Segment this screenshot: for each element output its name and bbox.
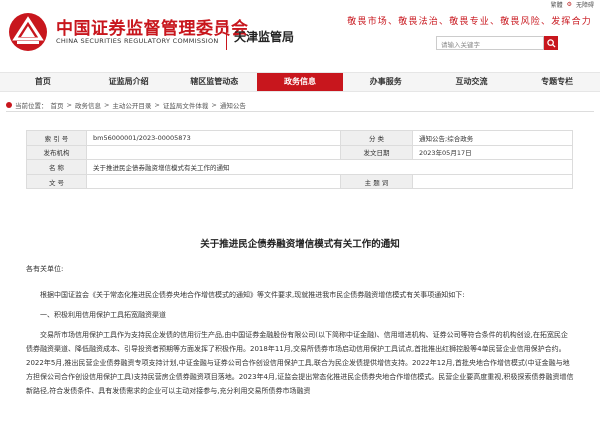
nav-bureau-intro[interactable]: 证监局介绍 (86, 73, 172, 91)
breadcrumb-separator: > (154, 100, 160, 109)
org-name-cn: 中国证券监督管理委员会 (56, 19, 249, 39)
index-value: bm56000001/2023-00005873 (86, 130, 341, 146)
section-heading: 一、积极利用信用保护工具拓宽融资渠道 (40, 311, 166, 319)
paragraph: 交易所市场信用保护工具作为支持民企发债的信用衍生产品,由中国证券金融股份有限公司… (26, 331, 574, 395)
docno-label: 文 号 (26, 173, 87, 190)
utility-bar: 繁體 ⚙ 无障碍 (0, 0, 600, 9)
nav-regulation-news[interactable]: 辖区监管动态 (171, 73, 257, 91)
csrc-logo[interactable] (8, 12, 48, 52)
nav-interaction[interactable]: 互动交流 (429, 73, 515, 91)
nav-services[interactable]: 办事服务 (343, 73, 429, 91)
topic-label: 主 题 词 (340, 173, 413, 190)
breadcrumb-separator: > (103, 100, 110, 109)
nav-special-topics[interactable]: 专题专栏 (514, 73, 600, 91)
table-row: 发布机构 发文日期 2023年05月17日 (26, 144, 573, 161)
org-name-en: CHINA SECURITIES REGULATORY COMMISSION (56, 37, 219, 45)
breadcrumb-home[interactable]: 首页 (51, 100, 64, 110)
search-input[interactable]: 请输入关键字 (436, 36, 544, 50)
name-value: 关于推进民企债券融资增信模式有关工作的通知 (86, 159, 573, 175)
site-header: 中国证券监督管理委员会 CHINA SECURITIES REGULATORY … (0, 8, 600, 64)
header-divider (226, 20, 227, 50)
breadcrumb-doc-type[interactable]: 证监局文件体裁 (163, 100, 209, 110)
nav-government-info[interactable]: 政务信息 (257, 73, 343, 91)
table-row: 名 称 关于推进民企债券融资增信模式有关工作的通知 (26, 159, 573, 175)
category-label: 分 类 (340, 130, 413, 146)
docno-value (86, 173, 341, 190)
document-meta-table: 索 引 号 bm56000001/2023-00005873 分 类 通知公告;… (26, 130, 573, 190)
slogan: 敬畏市场、敬畏法治、敬畏专业、敬畏风险、发挥合力 (347, 17, 592, 27)
breadcrumb-notices[interactable]: 通知公告 (220, 100, 246, 110)
issuer-label: 发布机构 (26, 144, 87, 161)
topic-value (412, 173, 573, 190)
search-button[interactable] (544, 36, 558, 50)
table-row: 索 引 号 bm56000001/2023-00005873 分 类 通知公告;… (26, 130, 573, 146)
breadcrumb-separator: > (211, 100, 217, 109)
breadcrumb: 当前位置： 首页 > 政务信息 > 主动公开目录 > 证监局文件体裁 > 通知公… (6, 98, 594, 112)
breadcrumb-prefix: 当前位置： (15, 101, 48, 110)
breadcrumb-catalog[interactable]: 主动公开目录 (112, 100, 151, 110)
paragraph: 根据中国证监会《关于常态化推进民企债券央地合作增信模式的通知》等文件要求,现就推… (40, 291, 465, 299)
table-row: 文 号 主 题 词 (26, 173, 573, 190)
date-label: 发文日期 (340, 144, 413, 161)
breadcrumb-separator: > (66, 100, 72, 109)
article-title: 关于推进民企债券融资增信模式有关工作的通知 (200, 239, 400, 250)
accessibility-icon[interactable]: ⚙ (567, 1, 572, 8)
date-value: 2023年05月17日 (412, 144, 573, 161)
article-body: 各有关单位: 根据中国证监会《关于常态化推进民企债券央地合作增信模式的通知》等文… (26, 262, 574, 404)
index-label: 索 引 号 (26, 130, 87, 146)
main-nav: 首页 证监局介绍 辖区监管动态 政务信息 办事服务 互动交流 专题专栏 (0, 72, 600, 92)
bureau-name: 天津监管局 (234, 30, 295, 44)
location-icon (6, 101, 12, 108)
search-icon (546, 38, 556, 48)
name-label: 名 称 (26, 159, 87, 175)
nav-home[interactable]: 首页 (0, 73, 86, 91)
category-value: 通知公告;综合政务 (412, 130, 573, 146)
breadcrumb-gov-info[interactable]: 政务信息 (75, 100, 101, 110)
issuer-value (86, 144, 341, 161)
addressee: 各有关单位: (26, 265, 64, 273)
